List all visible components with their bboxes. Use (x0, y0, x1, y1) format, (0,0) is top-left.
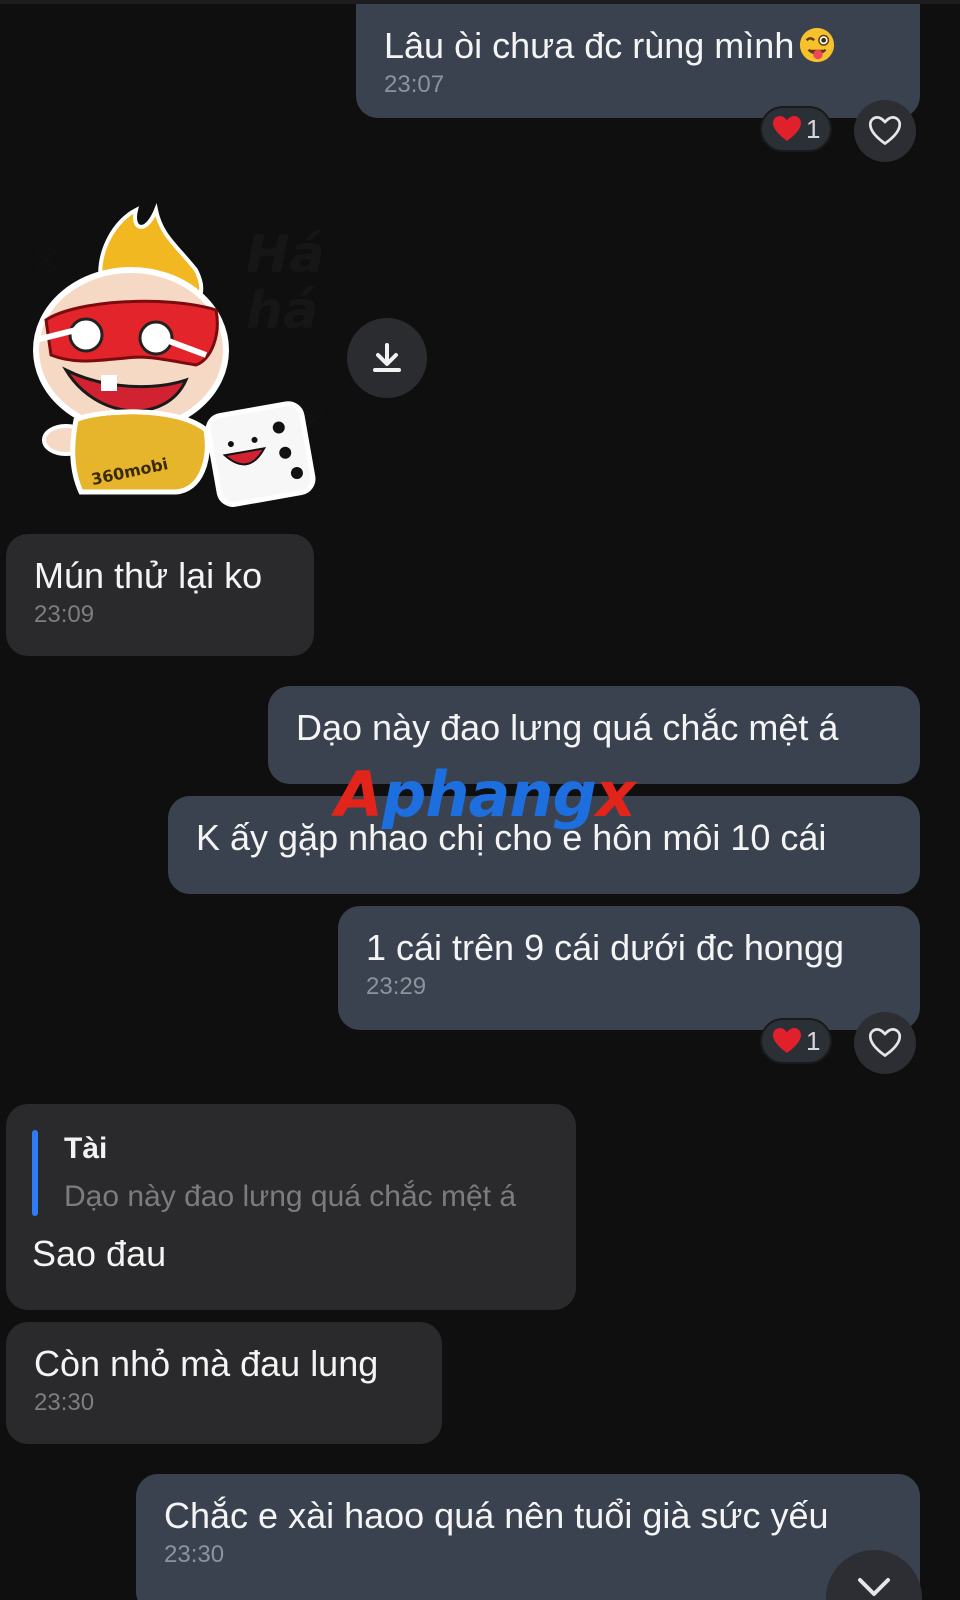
sticker-download-button[interactable] (347, 318, 427, 398)
message-text: Còn nhỏ mà đau lung (34, 1343, 379, 1384)
message-bubble-incoming[interactable]: Mún thử lại ko 23:09 (6, 534, 314, 656)
message-text: Mún thử lại ko (34, 555, 263, 596)
react-heart-button[interactable] (854, 1012, 916, 1074)
quote-accent-bar (32, 1130, 38, 1216)
quote-author: Tài (64, 1132, 108, 1165)
heart-outline-icon (868, 116, 902, 146)
winking-face-with-tongue-icon (800, 27, 835, 63)
watermark-logo: Aphangx (335, 758, 636, 831)
reaction-count: 1 (806, 113, 821, 144)
message-text: Sao đau (32, 1233, 167, 1274)
reaction-count: 1 (806, 1025, 821, 1056)
sticker-image[interactable]: Há há 360mobi (6, 190, 336, 530)
reply-message-bubble[interactable]: Tài Dạo này đao lưng quá chắc mệt á Sao … (6, 1104, 576, 1310)
chat-screen: Lâu òi chưa đc rùng mình 23:07 1 Há há 3… (0, 0, 960, 1600)
message-time: 23:29 (366, 973, 427, 1000)
message-bubble-incoming[interactable]: Còn nhỏ mà đau lung 23:30 (6, 1322, 442, 1444)
red-heart-icon (773, 116, 801, 141)
chevron-down-icon (858, 1578, 890, 1596)
sticker-caption-line-1: Há (246, 225, 325, 285)
message-bubble-outgoing[interactable]: 1 cái trên 9 cái dưới đc hongg 23:29 (338, 906, 920, 1030)
message-bubble-outgoing[interactable]: Chắc e xài haoo quá nên tuổi già sức yếu… (136, 1474, 920, 1600)
sticker-caption-line-2: há (246, 281, 318, 341)
reaction-badge[interactable]: 1 (760, 106, 833, 152)
react-heart-button[interactable] (854, 100, 916, 162)
message-time: 23:09 (34, 601, 95, 628)
message-text: Dạo này đao lưng quá chắc mệt á (296, 707, 839, 748)
message-time: 23:30 (164, 1541, 225, 1568)
message-text: Chắc e xài haoo quá nên tuổi già sức yếu (164, 1495, 829, 1536)
message-time: 23:30 (34, 1389, 95, 1416)
reaction-badge[interactable]: 1 (760, 1018, 833, 1064)
quote-text: Dạo này đao lưng quá chắc mệt á (64, 1180, 517, 1213)
message-text: Lâu òi chưa đc rùng mình (384, 24, 892, 68)
heart-outline-icon (868, 1028, 902, 1058)
message-text: 1 cái trên 9 cái dưới đc hongg (366, 927, 844, 968)
download-icon (373, 343, 401, 372)
message-bubble-outgoing[interactable]: Lâu òi chưa đc rùng mình 23:07 (356, 4, 920, 118)
message-time: 23:07 (384, 71, 445, 98)
red-heart-icon (773, 1028, 801, 1053)
